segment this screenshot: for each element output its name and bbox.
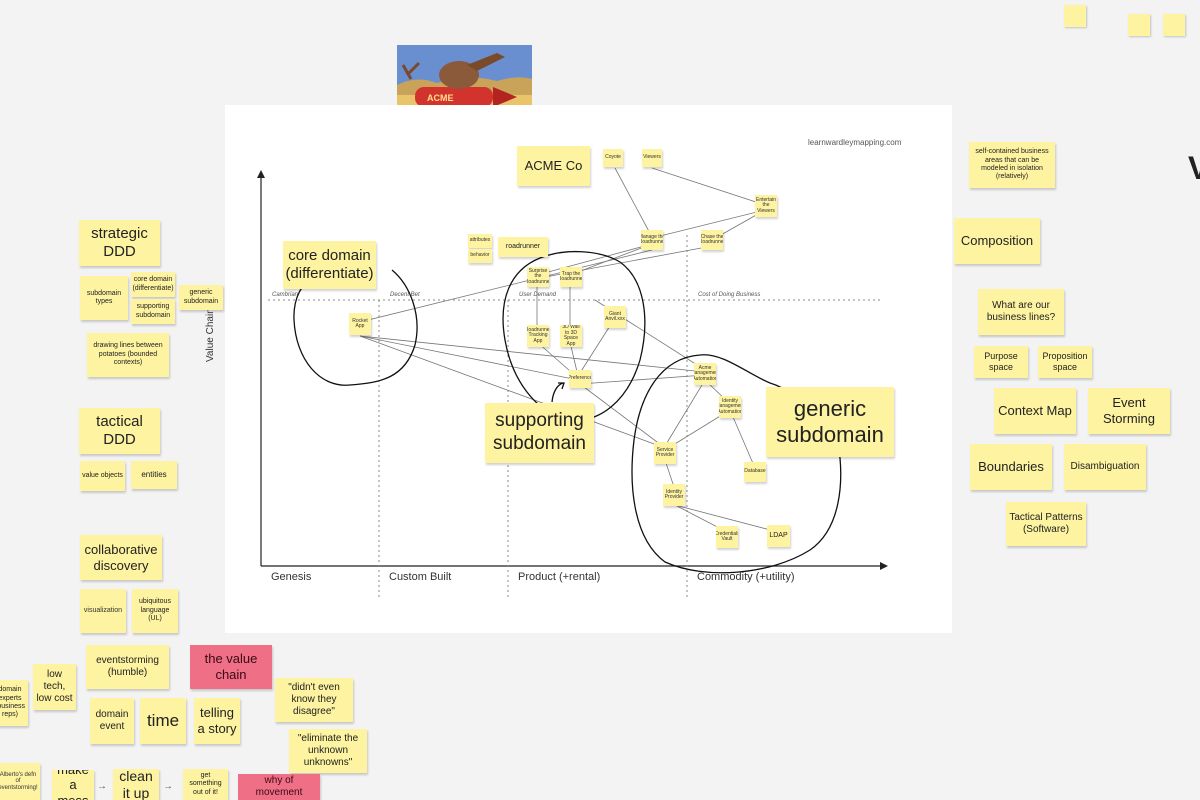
acme-co-note[interactable]: ACME Co: [517, 146, 590, 186]
component-surprise[interactable]: Surprise the Roadrunner: [527, 267, 549, 287]
component-giant-anvil[interactable]: Giant Anvil.xxx: [604, 306, 626, 328]
component-coyote[interactable]: Coyote: [603, 149, 623, 167]
note-drawing-lines[interactable]: drawing lines between potatoes (bounded …: [87, 333, 169, 377]
x-axis-genesis: Genesis: [271, 571, 312, 583]
callout-core-domain[interactable]: core domain (differentiate): [283, 241, 376, 289]
arrow-right-icon: →: [97, 781, 107, 792]
note-eliminate-unknowns[interactable]: "eliminate the unknown unknowns": [289, 729, 367, 773]
note-boundaries[interactable]: Boundaries: [970, 444, 1052, 490]
x-axis-product: Product (+rental): [518, 571, 601, 583]
component-ldap[interactable]: LDAP: [767, 525, 790, 547]
component-roadrunner-tracking[interactable]: Roadrunner Tracking App: [527, 325, 549, 347]
note-purpose-space[interactable]: Purpose space: [974, 346, 1028, 378]
note-albertos-defn[interactable]: Alberto's defn of eventstorming!: [0, 763, 40, 800]
arrow-right-icon: →: [163, 781, 173, 792]
component-behavior[interactable]: behavior: [468, 249, 492, 263]
component-identity-provider[interactable]: Identity Provider: [663, 484, 685, 506]
note-ubiquitous-language[interactable]: ubiquitous language (UL): [132, 589, 178, 633]
component-trap[interactable]: Trap the Roadrunner: [560, 267, 582, 287]
note-why-of-movement[interactable]: why of movement: [238, 774, 320, 800]
component-rocket-app[interactable]: Rocket App: [349, 313, 371, 335]
note-proposition-space[interactable]: Proposition space: [1038, 346, 1092, 378]
note-domain-event[interactable]: domain event: [90, 698, 134, 744]
component-3d-wall[interactable]: 3D Wall to 3D Space App: [560, 325, 582, 347]
note-business-lines[interactable]: What are our business lines?: [978, 289, 1064, 335]
component-service-provider[interactable]: Service Provider: [654, 442, 676, 464]
note-make-a-mess[interactable]: make a mess: [52, 770, 94, 800]
component-viewers[interactable]: Viewers: [642, 149, 662, 167]
stage-cost-of-business: Cost of Doing Business: [698, 292, 761, 298]
y-axis-label: Value Chain: [205, 308, 216, 362]
callout-generic-subdomain[interactable]: generic subdomain: [766, 387, 894, 457]
x-axis-custom-built: Custom Built: [389, 571, 452, 583]
x-axis-commodity: Commodity (+utility): [697, 571, 795, 583]
note-strategic-ddd[interactable]: strategic DDD: [79, 220, 160, 266]
note-get-something[interactable]: get something out of it!: [183, 769, 228, 800]
component-identity-automation[interactable]: Identity Management Automation: [719, 396, 741, 418]
note-domain-experts[interactable]: domain experts (business reps): [0, 680, 28, 726]
stage-user-demand: User Demand: [519, 292, 557, 298]
note-context-map[interactable]: Context Map: [994, 388, 1076, 434]
note-self-contained[interactable]: self-contained business areas that can b…: [969, 142, 1055, 188]
callout-supporting-subdomain[interactable]: supporting subdomain: [485, 403, 594, 463]
component-chase[interactable]: Chase the Roadrunner: [701, 230, 723, 250]
note-telling-story[interactable]: telling a story: [194, 698, 240, 744]
note-clean-it-up[interactable]: clean it up: [113, 769, 159, 800]
note-collaborative-discovery[interactable]: collaborative discovery: [80, 535, 162, 580]
note-visualization[interactable]: visualization: [80, 589, 126, 633]
note-value-chain[interactable]: the value chain: [190, 645, 272, 689]
note-core-domain[interactable]: core domain (differentiate): [131, 272, 175, 297]
component-database[interactable]: Database: [744, 462, 766, 482]
component-manage[interactable]: Manage the Roadrunner: [641, 230, 663, 250]
component-entertain[interactable]: Entertain the Viewers: [755, 195, 777, 217]
note-didnt-know-disagree[interactable]: "didn't even know they disagree": [275, 678, 353, 722]
stage-decent-bet: Decent Bet: [390, 292, 420, 298]
note-generic-subdomain[interactable]: generic subdomain: [179, 285, 223, 310]
note-event-storming[interactable]: Event Storming: [1088, 388, 1170, 434]
note-tactical-patterns[interactable]: Tactical Patterns (Software): [1006, 502, 1086, 546]
component-credentials-vault[interactable]: Credentials Vault: [716, 526, 738, 548]
note-low-tech[interactable]: low tech, low cost: [33, 664, 76, 710]
note-supporting-subdomain[interactable]: supporting subdomain: [131, 299, 175, 324]
note-subdomain-types[interactable]: subdomain types: [80, 276, 128, 320]
note-time[interactable]: time: [140, 698, 186, 744]
map-source-label: learnwardleymapping.com: [808, 138, 902, 147]
component-attributes[interactable]: attributes: [468, 234, 492, 248]
component-acme-automation[interactable]: Acme Management Automation: [694, 363, 716, 385]
note-tactical-ddd[interactable]: tactical DDD: [79, 408, 160, 454]
component-preference[interactable]: Preference: [569, 370, 591, 388]
note-entities[interactable]: entities: [131, 461, 177, 489]
whiteboard-canvas[interactable]: ACME V learnwardleymapping.com Value Cha…: [0, 0, 1200, 800]
note-composition[interactable]: Composition: [954, 218, 1040, 264]
note-disambiguation[interactable]: Disambiguation: [1064, 444, 1146, 490]
stage-cambrian: Cambrian: [272, 292, 299, 298]
component-roadrunner[interactable]: roadrunner: [498, 237, 548, 257]
note-value-objects[interactable]: value objects: [80, 461, 125, 491]
note-eventstorming[interactable]: eventstorming (humble): [86, 645, 169, 689]
